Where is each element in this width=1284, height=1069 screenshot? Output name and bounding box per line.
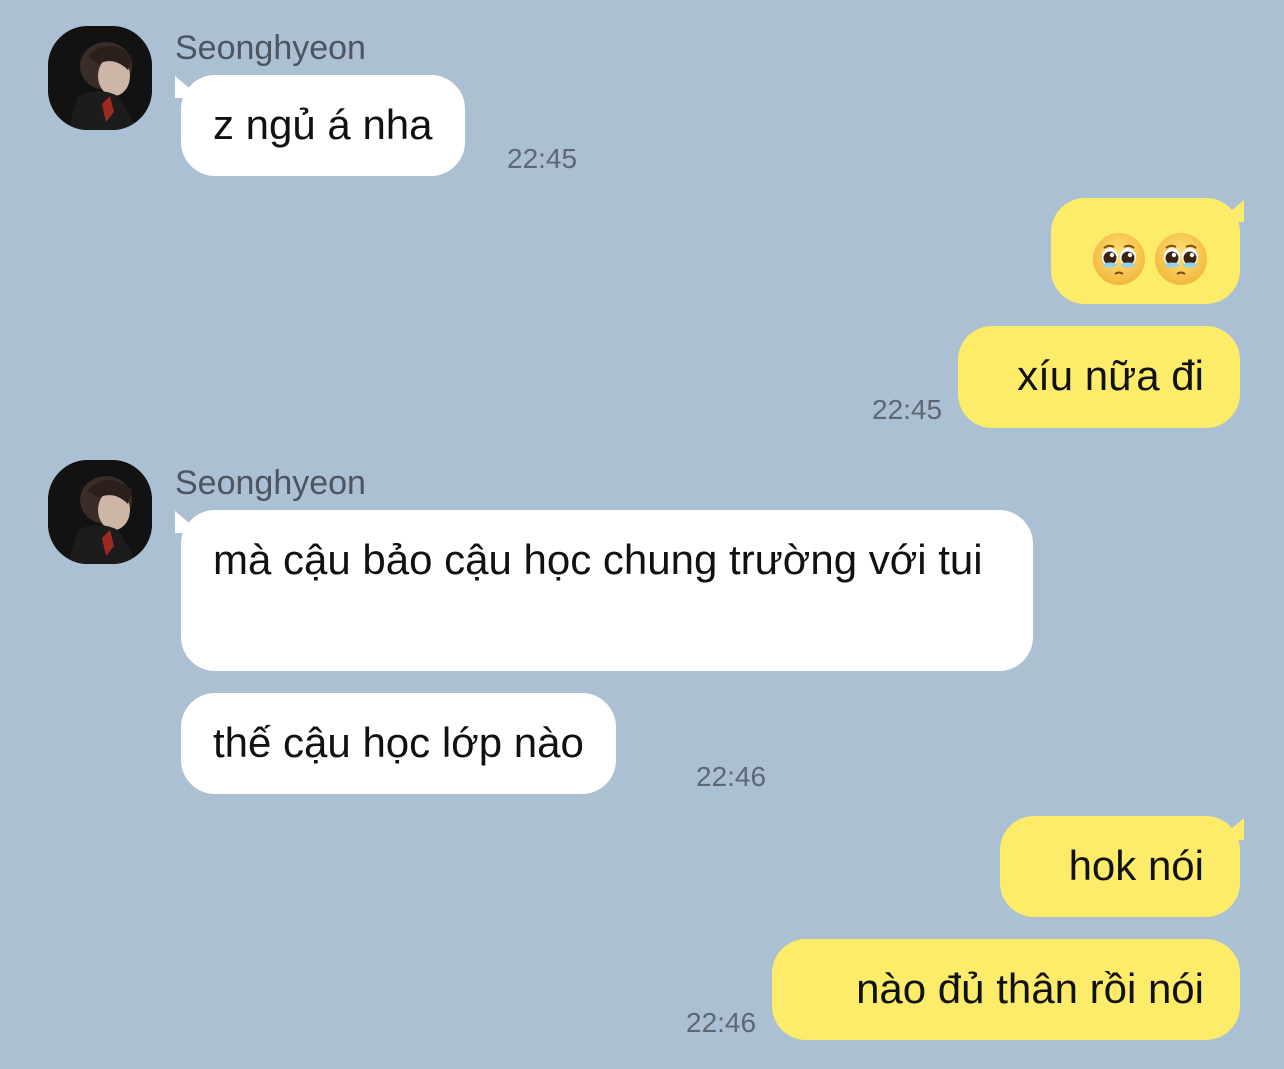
incoming-message[interactable]: thế cậu học lớp nào: [181, 693, 616, 794]
sender-name: Seonghyeon: [175, 464, 366, 502]
message-time: 22:45: [872, 394, 943, 425]
incoming-message[interactable]: z ngủ á nha: [181, 75, 465, 176]
chat-thread[interactable]: Seonghyeon z ngủ á nha 22:45 xíu nữa đi …: [0, 0, 1284, 1069]
emoji-group: [1092, 232, 1208, 286]
avatar-photo: [48, 26, 152, 130]
incoming-message[interactable]: mà cậu bảo cậu học chung trường với tui: [181, 510, 1033, 671]
contact-avatar[interactable]: [48, 26, 152, 130]
sender-name: Seonghyeon: [175, 29, 366, 67]
contact-avatar[interactable]: [48, 460, 152, 564]
message-time: 22:46: [686, 1007, 757, 1038]
pleading-face-emoji: [1154, 232, 1208, 286]
pleading-face-emoji: [1092, 232, 1146, 286]
message-time: 22:45: [507, 143, 578, 174]
outgoing-message-emoji[interactable]: [1051, 198, 1240, 304]
message-time: 22:46: [696, 761, 767, 792]
outgoing-message[interactable]: nào đủ thân rồi nói: [772, 939, 1240, 1040]
avatar-photo: [48, 460, 152, 564]
outgoing-message[interactable]: xíu nữa đi: [958, 326, 1240, 428]
outgoing-message[interactable]: hok nói: [1000, 816, 1240, 917]
